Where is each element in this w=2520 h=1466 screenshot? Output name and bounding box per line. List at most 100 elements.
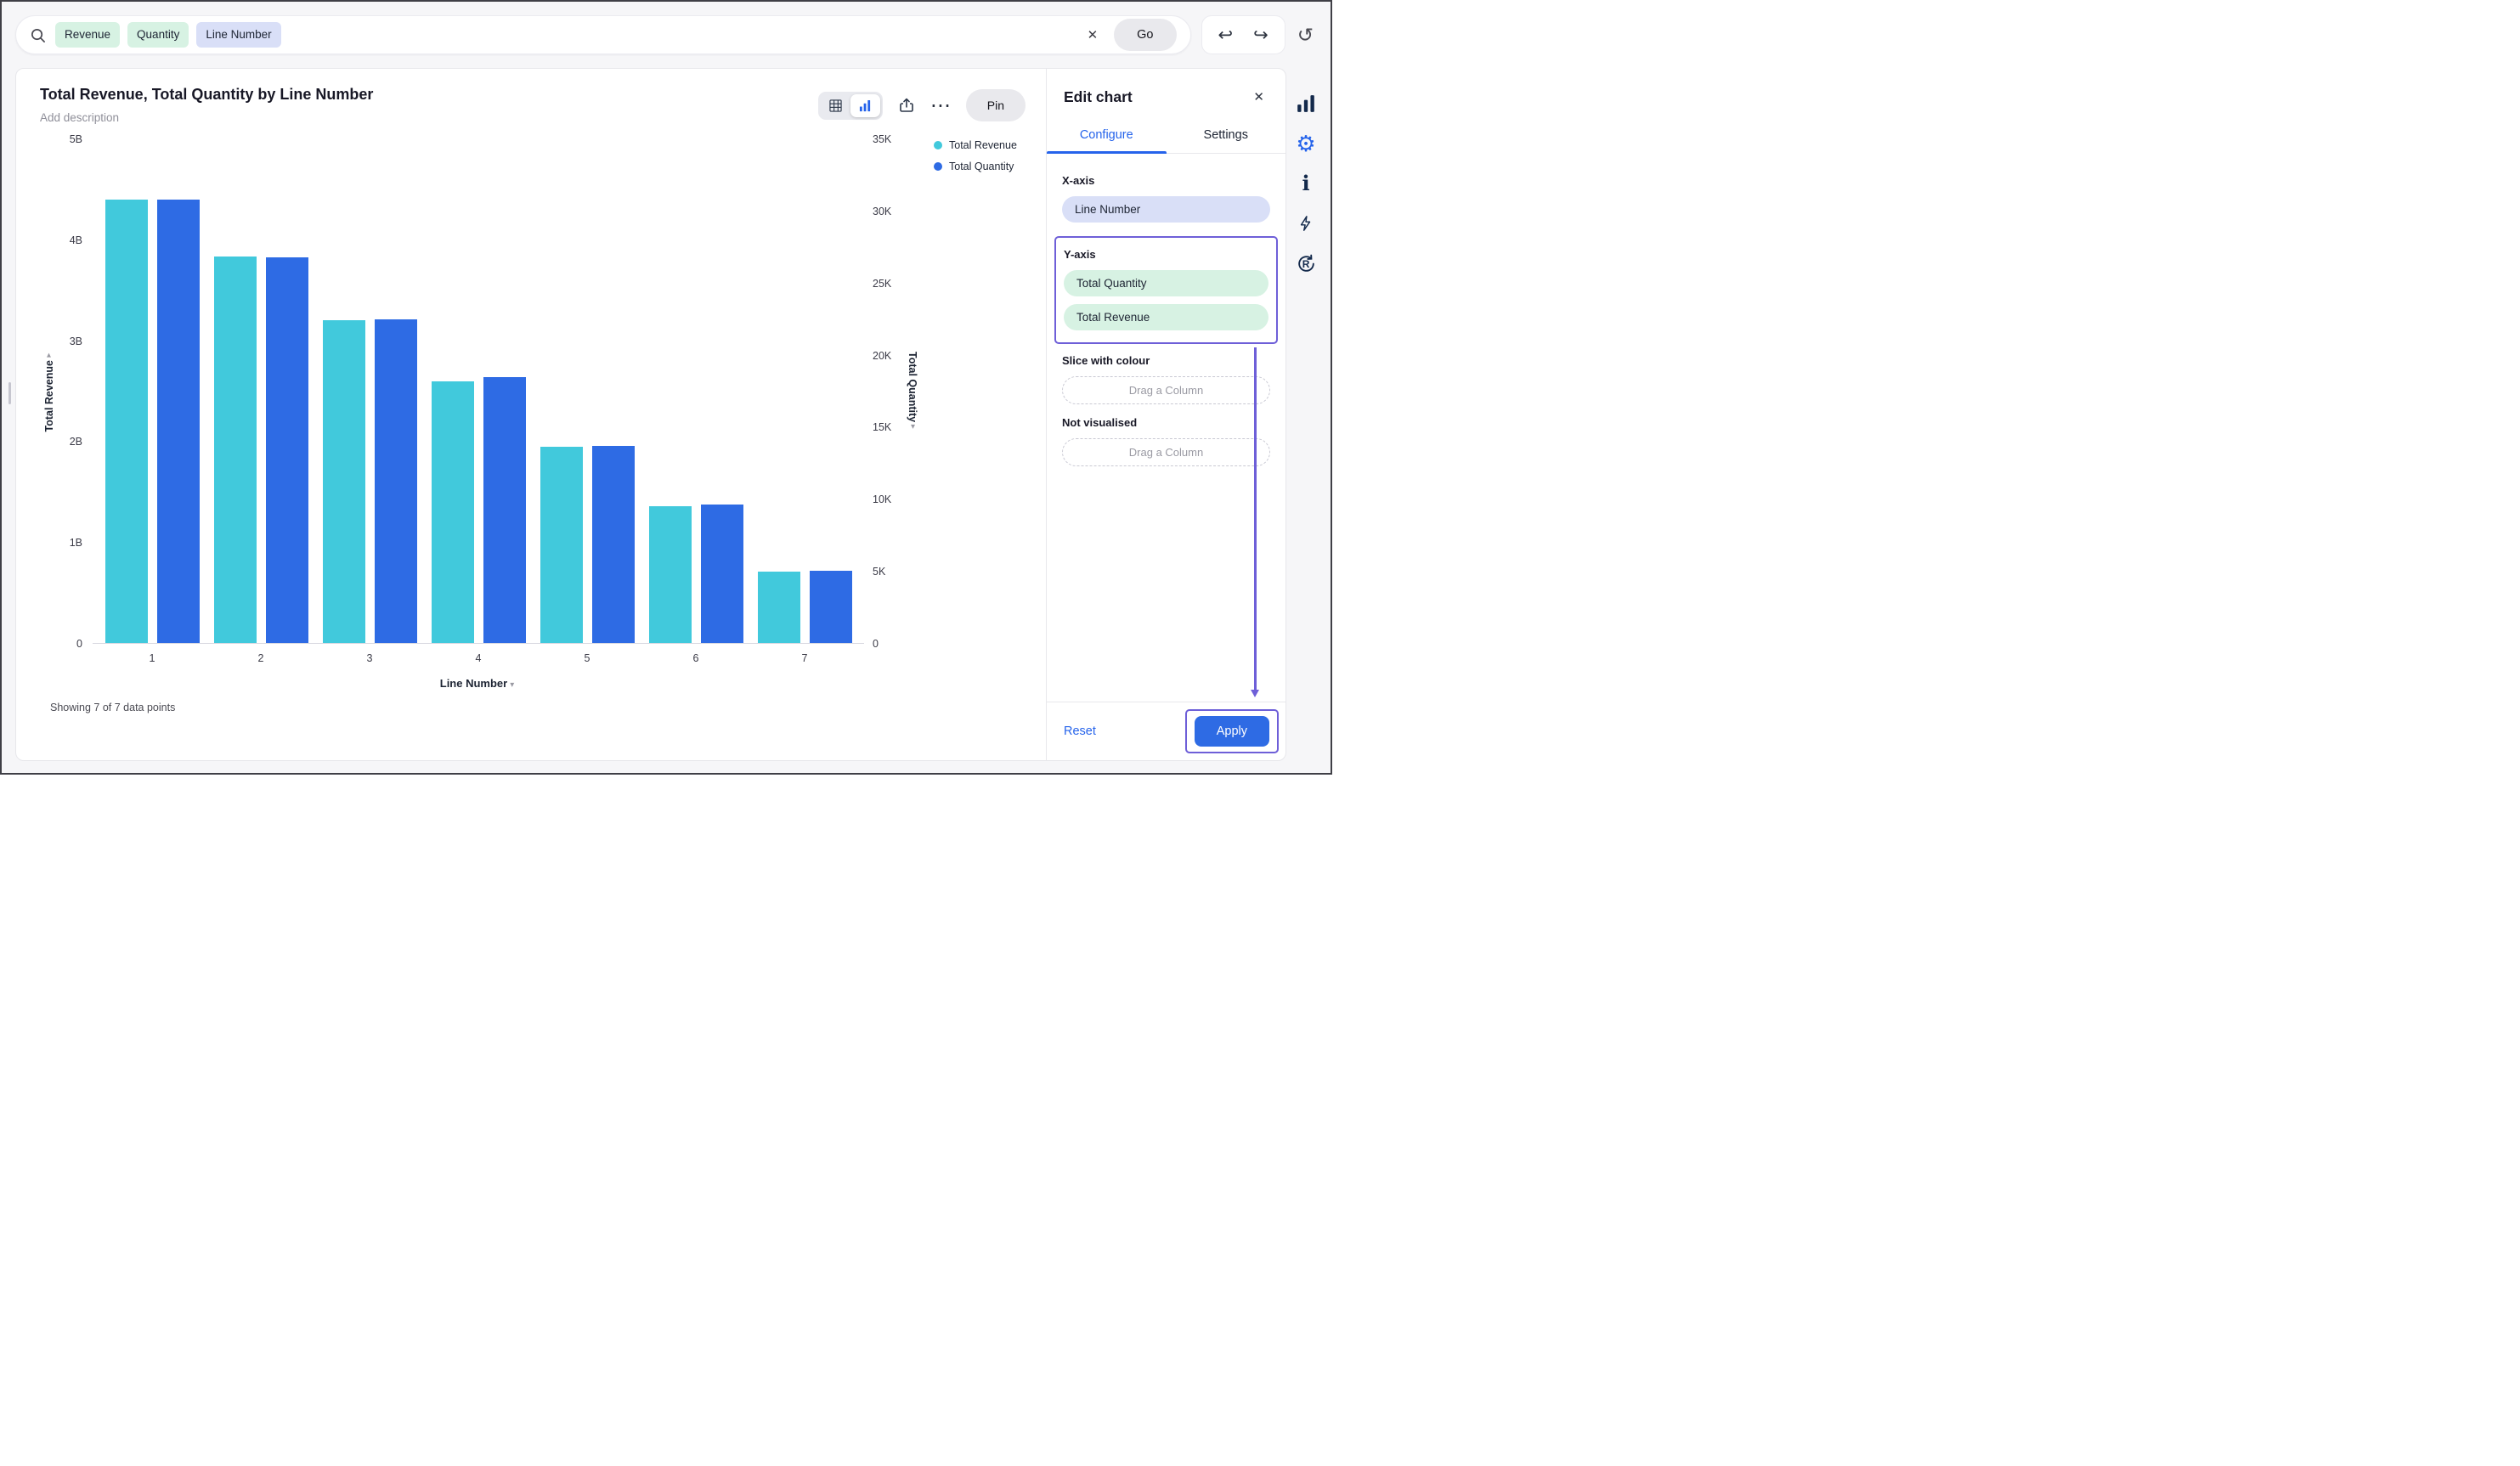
bar-total-revenue[interactable] (431, 381, 474, 643)
chart-view-icon[interactable] (850, 93, 880, 117)
plot-area (93, 139, 864, 644)
bar-total-revenue[interactable] (213, 256, 257, 643)
history-controls: ↩ ↪ (1201, 15, 1285, 54)
bar-group (750, 139, 859, 643)
tab-configure[interactable]: Configure (1047, 120, 1167, 154)
x-tick-label: 5 (584, 652, 590, 664)
axis-tick-label: 5B (69, 133, 82, 145)
view-toggle (817, 91, 883, 120)
y-axis-pill-list: Total Quantity Total Revenue (1064, 270, 1268, 330)
app-window: Revenue Quantity Line Number ✕ Go ↩ ↪ ↺ To… (0, 0, 1332, 775)
bar-group (98, 139, 206, 643)
right-axis-ticks: 35K 30K 25K 20K 15K 10K 5K 0 (864, 133, 903, 650)
reset-link[interactable]: Reset (1064, 725, 1096, 738)
data-points-status: Showing 7 of 7 data points (50, 702, 176, 713)
bar-total-quantity[interactable] (700, 505, 743, 643)
y-axis-field-pill[interactable]: Total Revenue (1064, 304, 1268, 330)
x-tick-label: 4 (475, 652, 482, 664)
refresh-icon[interactable]: ↺ (1296, 24, 1319, 47)
pane-resize-handle[interactable] (8, 382, 11, 404)
axis-tick-label: 5K (873, 566, 886, 578)
axis-tick-label: 2B (69, 436, 82, 448)
not-visualised-drop-zone[interactable]: Drag a Column (1062, 438, 1270, 466)
x-axis-field-pill[interactable]: Line Number (1062, 196, 1270, 223)
axis-tick-label: 15K (873, 421, 892, 434)
axis-tick-label: 0 (873, 638, 879, 650)
add-description[interactable]: Add description (40, 111, 373, 124)
legend-dot-icon (934, 162, 942, 171)
axis-tick-label: 20K (873, 349, 892, 362)
bar-chart-icon[interactable] (1294, 92, 1318, 116)
search-icon (30, 27, 46, 43)
axis-tick-label: 25K (873, 277, 892, 290)
bar-total-quantity[interactable] (265, 257, 308, 643)
axis-tick-label: 1B (69, 537, 82, 550)
lightning-icon[interactable] (1294, 211, 1318, 235)
gear-icon[interactable]: ⚙ (1294, 132, 1318, 155)
bar-total-revenue[interactable] (757, 571, 800, 643)
panel-tabs: Configure Settings (1047, 120, 1285, 154)
chart-legend: Total Revenue Total Quantity (922, 139, 1026, 182)
chart-header: Total Revenue, Total Quantity by Line Nu… (40, 86, 1026, 124)
clear-search-icon[interactable]: ✕ (1079, 24, 1107, 46)
legend-label: Total Quantity (949, 161, 1014, 172)
chart-controls: ⋯ Pin (817, 86, 1026, 121)
bar-total-quantity[interactable] (483, 376, 526, 643)
x-tick-label: 3 (366, 652, 373, 664)
search-token[interactable]: Quantity (127, 22, 189, 48)
search-token[interactable]: Line Number (196, 22, 281, 48)
bar-total-revenue[interactable] (105, 200, 148, 643)
close-icon[interactable]: ✕ (1249, 87, 1268, 106)
x-axis-field-label: X-axis (1062, 174, 1095, 187)
right-axis-title[interactable]: Total Quantity▾ (907, 352, 918, 431)
table-view-icon[interactable] (821, 94, 850, 117)
y-axis-field-pill[interactable]: Total Quantity (1064, 270, 1268, 296)
x-tick-label: 7 (801, 652, 808, 664)
annotation-arrow (1251, 347, 1259, 697)
left-axis-title[interactable]: Total Revenue▾ (43, 351, 55, 432)
apply-button[interactable]: Apply (1194, 716, 1269, 747)
r-refresh-icon[interactable]: R (1294, 251, 1318, 275)
bar-group (641, 139, 750, 643)
bar-total-revenue[interactable] (648, 505, 692, 643)
tab-settings[interactable]: Settings (1167, 120, 1286, 153)
legend-dot-icon (934, 141, 942, 149)
info-icon[interactable]: i (1294, 172, 1318, 195)
bar-total-quantity[interactable] (156, 200, 200, 643)
edit-chart-panel: Edit chart ✕ Configure Settings X-axis L… (1046, 69, 1285, 760)
chart-title[interactable]: Total Revenue, Total Quantity by Line Nu… (40, 86, 373, 104)
pin-button[interactable]: Pin (965, 89, 1026, 121)
chart-card: Total Revenue, Total Quantity by Line Nu… (15, 68, 1286, 761)
x-axis-title[interactable]: Line Number ▾ (93, 677, 864, 690)
caret-down-icon: ▾ (44, 351, 54, 361)
more-options-icon[interactable]: ⋯ (930, 93, 951, 118)
search-token-list: Revenue Quantity Line Number (55, 22, 281, 48)
bar-total-quantity[interactable] (809, 571, 852, 643)
slice-drop-zone[interactable]: Drag a Column (1062, 376, 1270, 404)
x-tick-label: 6 (692, 652, 699, 664)
go-button[interactable]: Go (1114, 19, 1177, 51)
share-icon[interactable] (898, 97, 915, 114)
y-axis-annotation-highlight: Y-axis Total Quantity Total Revenue (1054, 236, 1278, 344)
bar-total-quantity[interactable] (591, 445, 635, 643)
legend-item[interactable]: Total Quantity (934, 161, 1026, 172)
redo-icon[interactable]: ↪ (1253, 25, 1268, 46)
slice-field-label: Slice with colour (1062, 354, 1150, 367)
bar-total-revenue[interactable] (322, 320, 365, 643)
axis-tick-label: 3B (69, 335, 82, 347)
undo-icon[interactable]: ↩ (1218, 25, 1234, 46)
axis-tick-label: 4B (69, 234, 82, 246)
search-token[interactable]: Revenue (55, 22, 121, 48)
bar-group (533, 139, 641, 643)
right-toolbar: ⚙ i R (1290, 92, 1322, 275)
legend-item[interactable]: Total Revenue (934, 139, 1026, 151)
bar-group (424, 139, 533, 643)
panel-title: Edit chart (1064, 87, 1133, 105)
x-tick-label: 1 (149, 652, 155, 664)
legend-label: Total Revenue (949, 139, 1017, 151)
caret-down-icon: ▾ (908, 422, 918, 432)
bar-total-revenue[interactable] (540, 446, 583, 643)
search-bar[interactable]: Revenue Quantity Line Number ✕ Go (15, 15, 1191, 54)
x-tick-label: 2 (257, 652, 264, 664)
bar-total-quantity[interactable] (374, 319, 417, 643)
